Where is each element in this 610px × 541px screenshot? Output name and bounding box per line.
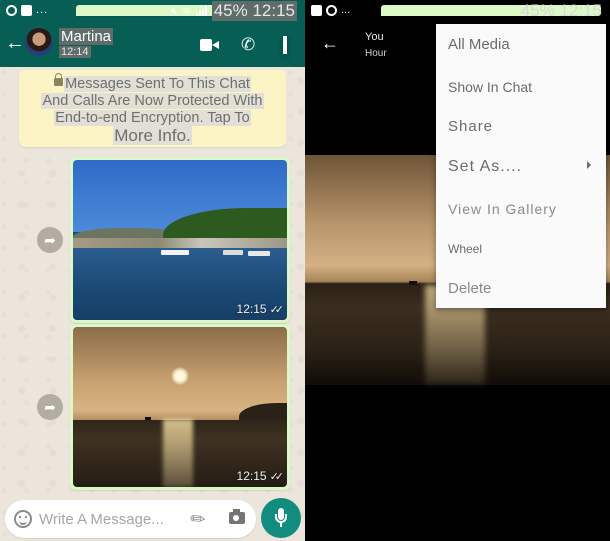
forward-button[interactable]: ➦ (37, 394, 63, 420)
viewer-subtitle: Hour (365, 48, 387, 59)
attach-icon[interactable]: ✎ (186, 507, 211, 533)
read-ticks-icon: ✓✓ (269, 303, 285, 316)
image-message[interactable]: 12:15 ✓✓ (70, 324, 290, 490)
more-notifications: ... (341, 4, 351, 16)
image-message[interactable]: 12:15 ✓✓ (70, 157, 290, 323)
more-options-icon[interactable] (283, 36, 287, 54)
menu-item-set-as[interactable]: Set As.... (448, 158, 522, 176)
chat-header: ← Martina 12:14 ✆ (0, 22, 305, 67)
forward-button[interactable]: ➦ (37, 227, 63, 253)
contact-name[interactable]: Martina (59, 28, 114, 45)
last-seen: 12:14 (59, 46, 91, 58)
sync-icon (6, 4, 17, 16)
menu-item-share[interactable]: Share (448, 118, 493, 135)
back-arrow-icon[interactable]: ← (321, 33, 339, 54)
gallery-notification-icon (311, 4, 322, 16)
wifi-icon: ≋ (182, 5, 191, 17)
more-info-link[interactable]: More Info. (113, 126, 192, 145)
message-time: 12:15 (236, 469, 267, 483)
forward-icon: ➦ (44, 232, 56, 248)
camera-icon[interactable] (229, 509, 245, 524)
battery-and-time: 45% 12:15 (211, 1, 297, 21)
submenu-arrow-icon (587, 161, 591, 169)
message-input[interactable] (39, 508, 184, 530)
encryption-notice[interactable]: Messages Sent To This Chat And Calls Are… (19, 70, 286, 147)
message-composer: ✎ (5, 500, 256, 538)
phone-call-icon[interactable]: ✆ (241, 35, 255, 55)
signal-icon (195, 6, 207, 16)
status-bar: ... 🔇︎ ≋ 45% 12:15 (0, 0, 305, 22)
menu-item-show-in-chat[interactable]: Show In Chat (448, 79, 532, 95)
menu-item-view-in-gallery[interactable]: View In Gallery (448, 201, 557, 217)
more-notifications: ... (36, 4, 49, 16)
video-call-icon[interactable] (200, 39, 219, 51)
menu-item-wheel[interactable]: Wheel (448, 242, 482, 256)
back-arrow-icon[interactable]: ← (5, 32, 25, 54)
menu-item-delete[interactable]: Delete (448, 280, 491, 297)
message-time: 12:15 (236, 302, 267, 316)
emoji-icon[interactable] (14, 510, 32, 528)
viewer-title: You (365, 31, 384, 43)
chat-screen: ... 🔇︎ ≋ 45% 12:15 ← Martina 12:14 ✆ Mes… (0, 0, 305, 541)
contact-avatar[interactable] (25, 28, 53, 56)
overflow-menu: All Media Show In Chat Share Set As.... … (436, 24, 606, 308)
battery-and-time: 45% 12:15 (520, 1, 602, 20)
sunset-photo[interactable]: 12:15 ✓✓ (73, 327, 287, 487)
mute-icon: 🔇︎ (170, 5, 178, 17)
lock-icon (54, 73, 64, 86)
status-bar: ... 45% 12:15 (305, 0, 610, 22)
forward-icon: ➦ (44, 399, 56, 415)
voice-message-button[interactable] (261, 498, 301, 538)
read-ticks-icon: ✓✓ (269, 470, 285, 483)
harbor-photo[interactable]: 12:15 ✓✓ (73, 160, 287, 320)
media-viewer: ... 45% 12:15 ← You Hour All Media Show … (305, 0, 610, 541)
sync-icon (326, 4, 337, 16)
menu-item-all-media[interactable]: All Media (448, 36, 510, 53)
gallery-notification-icon (21, 4, 32, 16)
